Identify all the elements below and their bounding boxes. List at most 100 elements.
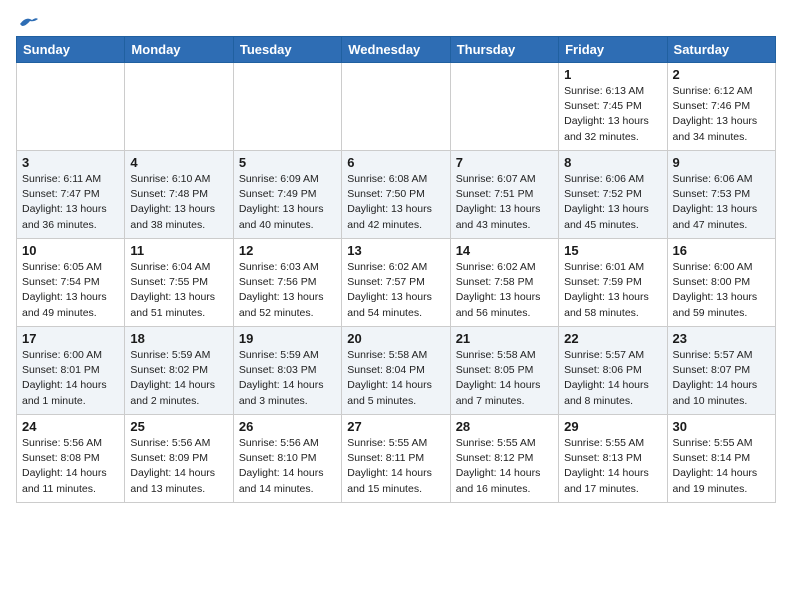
day-info: Sunrise: 6:02 AMSunset: 7:57 PMDaylight:… bbox=[347, 260, 444, 321]
day-info: Sunrise: 6:09 AMSunset: 7:49 PMDaylight:… bbox=[239, 172, 336, 233]
weekday-header-wednesday: Wednesday bbox=[342, 37, 450, 63]
day-number: 6 bbox=[347, 155, 444, 170]
calendar-cell: 20 Sunrise: 5:58 AMSunset: 8:04 PMDayligh… bbox=[342, 327, 450, 415]
day-info: Sunrise: 6:11 AMSunset: 7:47 PMDaylight:… bbox=[22, 172, 119, 233]
calendar-cell bbox=[125, 63, 233, 151]
day-number: 28 bbox=[456, 419, 553, 434]
day-info: Sunrise: 6:06 AMSunset: 7:53 PMDaylight:… bbox=[673, 172, 770, 233]
calendar-cell: 29Sunrise: 5:55 AMSunset: 8:13 PMDayligh… bbox=[559, 415, 667, 503]
day-number: 26 bbox=[239, 419, 336, 434]
day-info: Sunrise: 6:05 AMSunset: 7:54 PMDaylight:… bbox=[22, 260, 119, 321]
day-number: 22 bbox=[564, 331, 661, 346]
calendar-cell: 3Sunrise: 6:11 AMSunset: 7:47 PMDaylight… bbox=[17, 151, 125, 239]
calendar-cell: 16 Sunrise: 6:00 AMSunset: 8:00 PMDayligh… bbox=[667, 239, 775, 327]
weekday-header-tuesday: Tuesday bbox=[233, 37, 341, 63]
weekday-header-sunday: Sunday bbox=[17, 37, 125, 63]
calendar-cell: 8 Sunrise: 6:06 AMSunset: 7:52 PMDaylight… bbox=[559, 151, 667, 239]
day-number: 17 bbox=[22, 331, 119, 346]
day-number: 19 bbox=[239, 331, 336, 346]
calendar-table: SundayMondayTuesdayWednesdayThursdayFrid… bbox=[16, 36, 776, 503]
logo-bird-icon bbox=[18, 16, 40, 32]
calendar-cell: 15Sunrise: 6:01 AMSunset: 7:59 PMDayligh… bbox=[559, 239, 667, 327]
calendar-cell: 21 Sunrise: 5:58 AMSunset: 8:05 PMDayligh… bbox=[450, 327, 558, 415]
day-info: Sunrise: 5:57 AMSunset: 8:07 PMDaylight:… bbox=[673, 348, 770, 409]
calendar-cell bbox=[342, 63, 450, 151]
day-info: Sunrise: 5:56 AMSunset: 8:10 PMDaylight:… bbox=[239, 436, 336, 497]
day-info: Sunrise: 5:58 AMSunset: 8:04 PMDaylight:… bbox=[347, 348, 444, 409]
calendar-week-2: 3Sunrise: 6:11 AMSunset: 7:47 PMDaylight… bbox=[17, 151, 776, 239]
day-info: Sunrise: 6:00 AMSunset: 8:00 PMDaylight:… bbox=[673, 260, 770, 321]
day-number: 12 bbox=[239, 243, 336, 258]
day-info: Sunrise: 5:55 AMSunset: 8:12 PMDaylight:… bbox=[456, 436, 553, 497]
calendar-cell bbox=[17, 63, 125, 151]
day-number: 9 bbox=[673, 155, 770, 170]
calendar-cell: 19 Sunrise: 5:59 AMSunset: 8:03 PMDayligh… bbox=[233, 327, 341, 415]
calendar-cell bbox=[233, 63, 341, 151]
weekday-header-thursday: Thursday bbox=[450, 37, 558, 63]
calendar-cell: 22 Sunrise: 5:57 AMSunset: 8:06 PMDayligh… bbox=[559, 327, 667, 415]
day-info: Sunrise: 6:08 AMSunset: 7:50 PMDaylight:… bbox=[347, 172, 444, 233]
day-info: Sunrise: 6:02 AMSunset: 7:58 PMDaylight:… bbox=[456, 260, 553, 321]
day-number: 16 bbox=[673, 243, 770, 258]
page-header bbox=[16, 16, 776, 28]
day-number: 4 bbox=[130, 155, 227, 170]
calendar-cell: 26 Sunrise: 5:56 AMSunset: 8:10 PMDayligh… bbox=[233, 415, 341, 503]
day-info: Sunrise: 6:04 AMSunset: 7:55 PMDaylight:… bbox=[130, 260, 227, 321]
day-info: Sunrise: 5:57 AMSunset: 8:06 PMDaylight:… bbox=[564, 348, 661, 409]
day-info: Sunrise: 6:00 AMSunset: 8:01 PMDaylight:… bbox=[22, 348, 119, 409]
day-info: Sunrise: 5:58 AMSunset: 8:05 PMDaylight:… bbox=[456, 348, 553, 409]
calendar-cell: 13 Sunrise: 6:02 AMSunset: 7:57 PMDayligh… bbox=[342, 239, 450, 327]
logo bbox=[16, 16, 40, 28]
calendar-cell: 11 Sunrise: 6:04 AMSunset: 7:55 PMDayligh… bbox=[125, 239, 233, 327]
day-number: 29 bbox=[564, 419, 661, 434]
calendar-cell: 17 Sunrise: 6:00 AMSunset: 8:01 PMDayligh… bbox=[17, 327, 125, 415]
calendar-cell: 28 Sunrise: 5:55 AMSunset: 8:12 PMDayligh… bbox=[450, 415, 558, 503]
calendar-cell: 25 Sunrise: 5:56 AMSunset: 8:09 PMDayligh… bbox=[125, 415, 233, 503]
calendar-cell: 12Sunrise: 6:03 AMSunset: 7:56 PMDayligh… bbox=[233, 239, 341, 327]
weekday-header-saturday: Saturday bbox=[667, 37, 775, 63]
day-number: 13 bbox=[347, 243, 444, 258]
calendar-body: 1Sunrise: 6:13 AMSunset: 7:45 PMDaylight… bbox=[17, 63, 776, 503]
day-number: 2 bbox=[673, 67, 770, 82]
calendar-cell: 27Sunrise: 5:55 AMSunset: 8:11 PMDayligh… bbox=[342, 415, 450, 503]
day-info: Sunrise: 6:07 AMSunset: 7:51 PMDaylight:… bbox=[456, 172, 553, 233]
calendar-cell: 24Sunrise: 5:56 AMSunset: 8:08 PMDayligh… bbox=[17, 415, 125, 503]
day-info: Sunrise: 5:55 AMSunset: 8:14 PMDaylight:… bbox=[673, 436, 770, 497]
day-info: Sunrise: 5:59 AMSunset: 8:03 PMDaylight:… bbox=[239, 348, 336, 409]
day-number: 8 bbox=[564, 155, 661, 170]
calendar-cell: 2 Sunrise: 6:12 AMSunset: 7:46 PMDaylight… bbox=[667, 63, 775, 151]
calendar-header-row: SundayMondayTuesdayWednesdayThursdayFrid… bbox=[17, 37, 776, 63]
day-number: 20 bbox=[347, 331, 444, 346]
calendar-week-5: 24Sunrise: 5:56 AMSunset: 8:08 PMDayligh… bbox=[17, 415, 776, 503]
day-info: Sunrise: 6:12 AMSunset: 7:46 PMDaylight:… bbox=[673, 84, 770, 145]
day-number: 18 bbox=[130, 331, 227, 346]
day-info: Sunrise: 6:01 AMSunset: 7:59 PMDaylight:… bbox=[564, 260, 661, 321]
day-number: 11 bbox=[130, 243, 227, 258]
day-number: 5 bbox=[239, 155, 336, 170]
day-number: 30 bbox=[673, 419, 770, 434]
day-info: Sunrise: 6:06 AMSunset: 7:52 PMDaylight:… bbox=[564, 172, 661, 233]
day-number: 21 bbox=[456, 331, 553, 346]
day-number: 14 bbox=[456, 243, 553, 258]
day-number: 10 bbox=[22, 243, 119, 258]
calendar-cell: 9 Sunrise: 6:06 AMSunset: 7:53 PMDaylight… bbox=[667, 151, 775, 239]
day-number: 25 bbox=[130, 419, 227, 434]
calendar-cell: 4 Sunrise: 6:10 AMSunset: 7:48 PMDaylight… bbox=[125, 151, 233, 239]
day-number: 7 bbox=[456, 155, 553, 170]
weekday-header-monday: Monday bbox=[125, 37, 233, 63]
calendar-cell: 14 Sunrise: 6:02 AMSunset: 7:58 PMDayligh… bbox=[450, 239, 558, 327]
day-info: Sunrise: 5:55 AMSunset: 8:11 PMDaylight:… bbox=[347, 436, 444, 497]
weekday-header-friday: Friday bbox=[559, 37, 667, 63]
calendar-cell: 7 Sunrise: 6:07 AMSunset: 7:51 PMDaylight… bbox=[450, 151, 558, 239]
day-info: Sunrise: 5:56 AMSunset: 8:09 PMDaylight:… bbox=[130, 436, 227, 497]
calendar-week-4: 17 Sunrise: 6:00 AMSunset: 8:01 PMDayligh… bbox=[17, 327, 776, 415]
day-info: Sunrise: 6:10 AMSunset: 7:48 PMDaylight:… bbox=[130, 172, 227, 233]
calendar-cell: 18 Sunrise: 5:59 AMSunset: 8:02 PMDayligh… bbox=[125, 327, 233, 415]
day-info: Sunrise: 5:59 AMSunset: 8:02 PMDaylight:… bbox=[130, 348, 227, 409]
day-info: Sunrise: 6:13 AMSunset: 7:45 PMDaylight:… bbox=[564, 84, 661, 145]
calendar-week-3: 10 Sunrise: 6:05 AMSunset: 7:54 PMDayligh… bbox=[17, 239, 776, 327]
calendar-cell: 6 Sunrise: 6:08 AMSunset: 7:50 PMDaylight… bbox=[342, 151, 450, 239]
day-info: Sunrise: 5:56 AMSunset: 8:08 PMDaylight:… bbox=[22, 436, 119, 497]
day-number: 23 bbox=[673, 331, 770, 346]
calendar-cell: 5 Sunrise: 6:09 AMSunset: 7:49 PMDaylight… bbox=[233, 151, 341, 239]
